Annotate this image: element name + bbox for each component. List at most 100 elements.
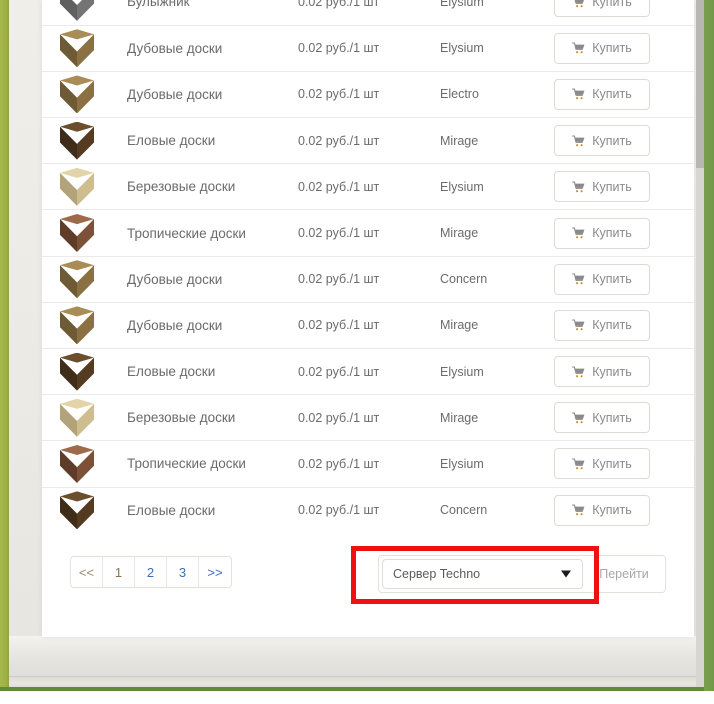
buy-button-label: Купить — [592, 318, 632, 333]
site-right-green-border — [704, 0, 714, 704]
oak-planks-block-icon-left-face — [60, 311, 77, 345]
buy-button[interactable]: Купить — [554, 309, 650, 341]
item-icon-cell — [42, 487, 125, 533]
buy-button[interactable]: Купить — [554, 263, 650, 295]
table-row: Тропические доски 0.02 руб./1 шт Elysium Ку… — [42, 441, 694, 488]
pagination-page-1[interactable]: 1 — [103, 557, 135, 587]
table-row: Еловые доски 0.02 руб./1 шт Mirage Купить — [42, 118, 694, 164]
oak-planks-block-icon-right-face — [77, 265, 94, 299]
birch-planks-block-icon-left-face — [60, 172, 77, 206]
buy-button-label: Купить — [592, 87, 632, 102]
buy-button-label: Купить — [592, 503, 632, 518]
shopping-cart-icon — [572, 319, 585, 331]
item-price: 0.02 руб./1 шт — [298, 272, 380, 287]
table-row: Булыжник 0.02 руб./1 шт Elysium Купить — [42, 0, 694, 26]
item-name: Дубовые доски — [127, 271, 223, 287]
buy-cell: Купить — [553, 210, 694, 256]
oak-planks-block-icon-right-face — [77, 311, 94, 345]
pagination-page-3[interactable]: 3 — [167, 557, 199, 587]
jungle-planks-block-icon-left-face — [60, 449, 77, 483]
table-row: Дубовые доски 0.02 руб./1 шт Elysium Купить — [42, 25, 694, 72]
shopping-cart-icon — [572, 412, 585, 424]
item-icon-cell — [42, 395, 125, 441]
buy-button[interactable]: Купить — [554, 402, 650, 434]
item-name: Дубовые доски — [127, 40, 223, 56]
pagination[interactable]: << 1 2 3 >> — [70, 556, 232, 588]
chevron-down-icon — [561, 570, 571, 578]
item-server: Electro — [440, 87, 479, 102]
spruce-planks-block-icon — [60, 352, 94, 391]
buy-cell: Купить — [553, 395, 694, 441]
item-icon-cell — [42, 71, 125, 117]
table-row: Дубовые доски 0.02 руб./1 шт Mirage Купить — [42, 302, 694, 349]
shopping-cart-icon — [572, 273, 585, 285]
buy-button[interactable]: Купить — [554, 356, 650, 388]
buy-cell: Купить — [553, 349, 694, 395]
buy-button[interactable]: Купить — [554, 0, 650, 18]
shop-item-table: Булыжник 0.02 руб./1 шт Elysium Купить Дубов… — [42, 0, 694, 533]
oak-planks-block-icon — [60, 260, 94, 299]
page-root: Булыжник 0.02 руб./1 шт Elysium Купить Дубов… — [0, 0, 714, 704]
table-row: Березовые доски 0.02 руб./1 шт Elysium Купи… — [42, 164, 694, 210]
spruce-planks-block-icon-right-face — [77, 357, 94, 391]
item-name: Дубовые доски — [127, 317, 223, 333]
item-icon-cell — [42, 441, 125, 487]
item-server: Mirage — [440, 133, 479, 148]
item-server: Mirage — [440, 318, 479, 333]
item-price: 0.02 руб./1 шт — [298, 410, 380, 425]
buy-button[interactable]: Купить — [554, 171, 650, 203]
item-name: Березовые доски — [127, 410, 236, 426]
shopping-cart-icon — [572, 88, 585, 100]
shopping-cart-icon — [572, 0, 585, 8]
go-to-server-button[interactable]: Перейти — [583, 556, 665, 592]
cobblestone-block-icon-right-face — [77, 0, 94, 21]
table-footer: << 1 2 3 >> Сервер Techno Перейти — [42, 537, 694, 637]
buy-button[interactable]: Купить — [554, 448, 650, 480]
pagination-page-2[interactable]: 2 — [135, 557, 167, 587]
spruce-planks-block-icon-right-face — [77, 496, 94, 530]
item-price: 0.02 руб./1 шт — [298, 318, 380, 333]
oak-planks-block-icon-left-face — [60, 80, 77, 114]
buy-cell: Купить — [553, 25, 694, 71]
item-name: Булыжник — [127, 0, 190, 10]
table-row: Еловые доски 0.02 руб./1 шт Concern Купить — [42, 487, 694, 533]
item-price: 0.02 руб./1 шт — [298, 364, 380, 379]
buy-button-label: Купить — [592, 410, 632, 425]
buy-button[interactable]: Купить — [554, 217, 650, 249]
item-icon-cell — [42, 256, 125, 302]
buy-button-label: Купить — [592, 272, 632, 287]
jungle-planks-block-icon — [60, 444, 94, 483]
buy-button-label: Купить — [592, 456, 632, 471]
oak-planks-block-icon-right-face — [77, 80, 94, 114]
buy-button[interactable]: Купить — [554, 125, 650, 157]
item-server: Concern — [440, 503, 488, 518]
item-server: Elysium — [440, 364, 484, 379]
pagination-first-button[interactable]: << — [71, 557, 103, 587]
table-row: Дубовые доски 0.02 руб./1 шт Concern Купить — [42, 256, 694, 303]
spruce-planks-block-icon-left-face — [60, 126, 77, 160]
page-lower-strip — [9, 636, 696, 676]
shopping-cart-icon — [572, 42, 585, 54]
oak-planks-block-icon — [60, 306, 94, 345]
spruce-planks-block-icon-right-face — [77, 126, 94, 160]
pagination-next-button[interactable]: >> — [199, 557, 231, 587]
buy-button[interactable]: Купить — [554, 78, 650, 110]
server-select[interactable]: Сервер Techno — [382, 559, 583, 589]
oak-planks-block-icon — [60, 29, 94, 68]
item-server: Elysium — [440, 41, 484, 56]
item-price: 0.02 руб./1 шт — [298, 226, 380, 241]
pagination-page-1-label: 1 — [114, 564, 123, 580]
table-row: Тропические доски 0.02 руб./1 шт Mirage Куп… — [42, 210, 694, 257]
buy-cell: Купить — [553, 164, 694, 210]
buy-button[interactable]: Купить — [554, 494, 650, 526]
item-price: 0.02 руб./1 шт — [298, 0, 380, 9]
spruce-planks-block-icon — [60, 491, 94, 530]
site-left-green-border — [0, 0, 9, 687]
shopping-cart-icon — [572, 504, 585, 516]
server-select-value: Сервер Techno — [393, 567, 481, 581]
shopping-cart-icon — [572, 458, 585, 470]
buy-button[interactable]: Купить — [554, 32, 650, 64]
oak-planks-block-icon — [60, 75, 94, 114]
vertical-scrollbar-thumb[interactable] — [696, 0, 704, 168]
item-icon-cell — [42, 302, 125, 348]
